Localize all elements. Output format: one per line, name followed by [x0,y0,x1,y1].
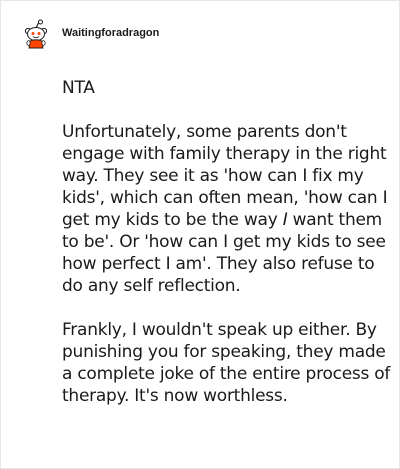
username[interactable]: Waitingforadragon [62,26,159,40]
emphasis-text: I [282,210,288,230]
comment-paragraph-parents: Unfortunately, some parents don't engage… [62,122,388,296]
comment-header: Waitingforadragon [21,17,159,53]
comment-body: NTA Unfortunately, some parents don't en… [62,77,392,407]
comment-paragraph-verdict: NTA [62,78,95,98]
comment-card: Waitingforadragon NTA Unfortunately, som… [0,0,400,469]
comment-paragraph-frankly: Frankly, I wouldn't speak up either. By … [62,320,391,406]
reddit-snoo-icon[interactable] [21,19,51,49]
